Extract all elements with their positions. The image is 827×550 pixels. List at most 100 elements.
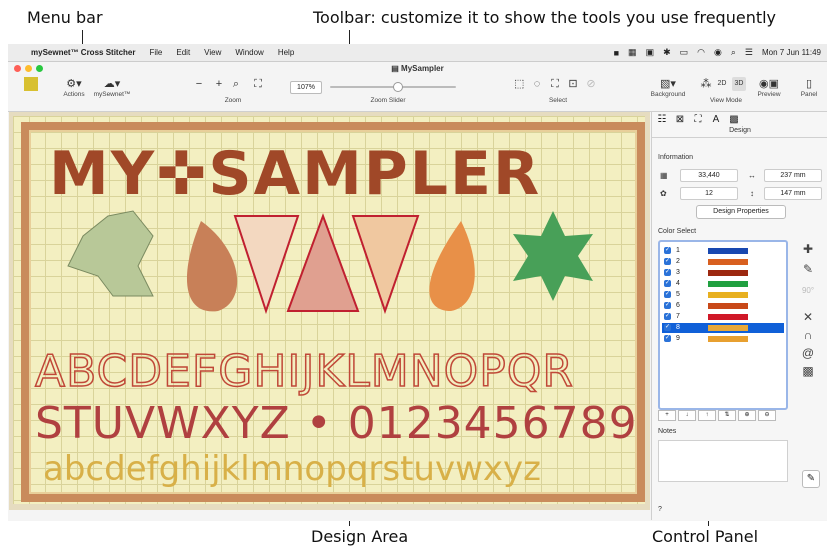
view-mode-2d-button[interactable]: 2D [716,77,728,91]
window-title: MySampler [401,64,444,73]
control-panel: ☷ ⊠ ⛶ A ▩ Design Information ▦ 33,440 ↔ … [651,112,827,520]
zoom-to-rectangle-button[interactable]: ⌕ [230,77,242,91]
menu-edit[interactable]: Edit [176,48,190,57]
background-button[interactable]: ▧▾ Background [648,77,688,98]
triangle-motif-1 [233,215,300,315]
merge-colors-icon[interactable]: ⊕ [738,410,756,421]
spotlight-search-icon[interactable]: ⌕ [731,47,736,58]
remove-color-icon[interactable]: ⊖ [758,410,776,421]
status-display-icon[interactable]: ▣ [646,47,655,58]
view-mode-stitches-button[interactable]: ⁂ [700,77,712,91]
width-value: 237 mm [764,169,822,182]
fit-icon: ⛶ [254,78,262,90]
menu-help[interactable]: Help [278,48,294,57]
design-properties-button[interactable]: Design Properties [696,205,786,219]
move-down-icon[interactable]: ↓ [678,410,696,421]
tab-design-icon[interactable]: ☷ [656,114,668,126]
design-thumbnail-icon[interactable] [24,77,38,91]
color-row-8[interactable]: ✓ 8 [662,323,784,333]
notes-field[interactable] [658,440,788,482]
add-color-icon[interactable]: ✚ [801,242,815,256]
help-button[interactable]: ? [658,506,662,513]
panel-toggle-button[interactable]: ▯ Panel [798,77,820,98]
alphabet-upper-row-1: ABCDEFGHIJKLMNOPQR [35,346,574,397]
menu-file[interactable]: File [149,48,162,57]
gear-icon: ⚙▾ [66,78,82,90]
arch-icon[interactable]: ∩ [801,328,815,342]
menu-app-name[interactable]: mySewnet™ Cross Stitcher [31,48,135,57]
color-checkbox[interactable]: ✓ [664,335,671,342]
tab-fill-icon[interactable]: ▩ [728,114,740,126]
status-calendar-icon[interactable]: ▦ [628,47,637,58]
color-checkbox[interactable]: ✓ [664,324,671,331]
deselect-button[interactable]: ⊘ [586,77,596,91]
mysewnet-button[interactable]: ☁▾ mySewnet™ [92,77,132,98]
tab-stitch-icon[interactable]: ⊠ [674,114,686,126]
fill-pattern-icon[interactable]: ▩ [801,364,815,378]
edit-notes-pencil-icon[interactable]: ✎ [802,470,820,488]
minus-icon: − [195,78,203,90]
annotation-toolbar: Toolbar: customize it to show the tools … [313,8,777,27]
color-checkbox[interactable]: ✓ [664,302,671,309]
select-all-button[interactable]: ⊡ [568,77,578,91]
wifi-icon[interactable]: ◠ [697,47,705,58]
color-checkbox[interactable]: ✓ [664,269,671,276]
background-icon: ▧▾ [660,78,676,90]
color-row-7[interactable]: ✓ 7 [662,312,784,322]
color-swatch [708,259,748,265]
bluetooth-icon[interactable]: ✱ [663,47,671,58]
color-number: 8 [676,324,680,331]
color-row-6[interactable]: ✓ 6 [662,301,784,311]
spiral-icon[interactable]: @ [801,346,815,360]
tab-select-icon[interactable]: ⛶ [692,114,704,126]
view-mode-3d-button[interactable]: 3D [732,77,746,91]
cloud-icon: ☁▾ [103,78,121,90]
eyedropper-icon[interactable]: ✎ [801,262,815,276]
color-row-9[interactable]: ✓ 9 [662,334,784,344]
menu-bar: mySewnet™ Cross Stitcher File Edit View … [8,44,827,61]
color-checkbox[interactable]: ✓ [664,291,671,298]
sort-colors-icon[interactable]: ⇅ [718,410,736,421]
control-center-icon[interactable]: ☰ [745,47,753,58]
color-list[interactable]: ✓ 1 ✓ 2 ✓ 3 ✓ 4 ✓ 5 ✓ 6 ✓ 7 ✓ 8 ✓ 9 [658,240,788,410]
select-all-icon: ⊡ [568,78,578,90]
insert-color-icon[interactable]: + [658,410,676,421]
color-row-4[interactable]: ✓ 4 [662,279,784,289]
user-icon[interactable]: ◉ [714,47,722,58]
menu-view[interactable]: View [204,48,221,57]
box-select-button[interactable]: ⬚ [514,77,524,91]
stitch-count-icon: ▦ [660,171,668,180]
design-area[interactable]: MY✜SAMPLER ABCDEFGHIJKLMNOPQR STUVWXYZ •… [9,112,650,510]
status-app-icon[interactable]: ■ [614,48,619,58]
cross-stitch-icon[interactable]: ✕ [801,310,815,324]
actions-button[interactable]: ⚙▾ Actions [62,77,86,98]
zoom-to-fit-button[interactable]: ⛶ [252,77,264,91]
panel-icon: ▯ [805,78,813,90]
color-row-2[interactable]: ✓ 2 [662,257,784,267]
annotation-menu-bar: Menu bar [27,8,103,27]
panel-tabs: ☷ ⊠ ⛶ A ▩ [656,114,740,126]
color-row-5[interactable]: ✓ 5 [662,290,784,300]
color-swatch [708,292,748,298]
freehand-select-button[interactable]: ◌ [532,77,542,91]
color-checkbox[interactable]: ✓ [664,247,671,254]
preview-button[interactable]: ◉▣ Preview [754,77,784,98]
move-up-icon[interactable]: ↑ [698,410,716,421]
color-checkbox[interactable]: ✓ [664,258,671,265]
color-row-3[interactable]: ✓ 3 [662,268,784,278]
palette-icon: ✿ [660,189,667,198]
rotate-90-icon[interactable]: 90° [801,284,815,298]
zoom-percent-field[interactable]: 107% [290,81,322,94]
color-row-1[interactable]: ✓ 1 [662,246,784,256]
battery-icon[interactable]: ▭ [680,47,689,58]
alphabet-upper-row-2: STUVWXYZ • 0123456789 [35,398,638,449]
color-checkbox[interactable]: ✓ [664,280,671,287]
zoom-out-button[interactable]: − [194,77,204,91]
menu-window[interactable]: Window [235,48,263,57]
point-select-button[interactable]: ⛶ [550,77,560,91]
zoom-in-button[interactable]: + [214,77,224,91]
height-icon: ↕ [750,189,754,198]
color-checkbox[interactable]: ✓ [664,313,671,320]
tab-text-icon[interactable]: A [710,114,722,126]
zoom-slider-knob[interactable] [393,82,403,92]
